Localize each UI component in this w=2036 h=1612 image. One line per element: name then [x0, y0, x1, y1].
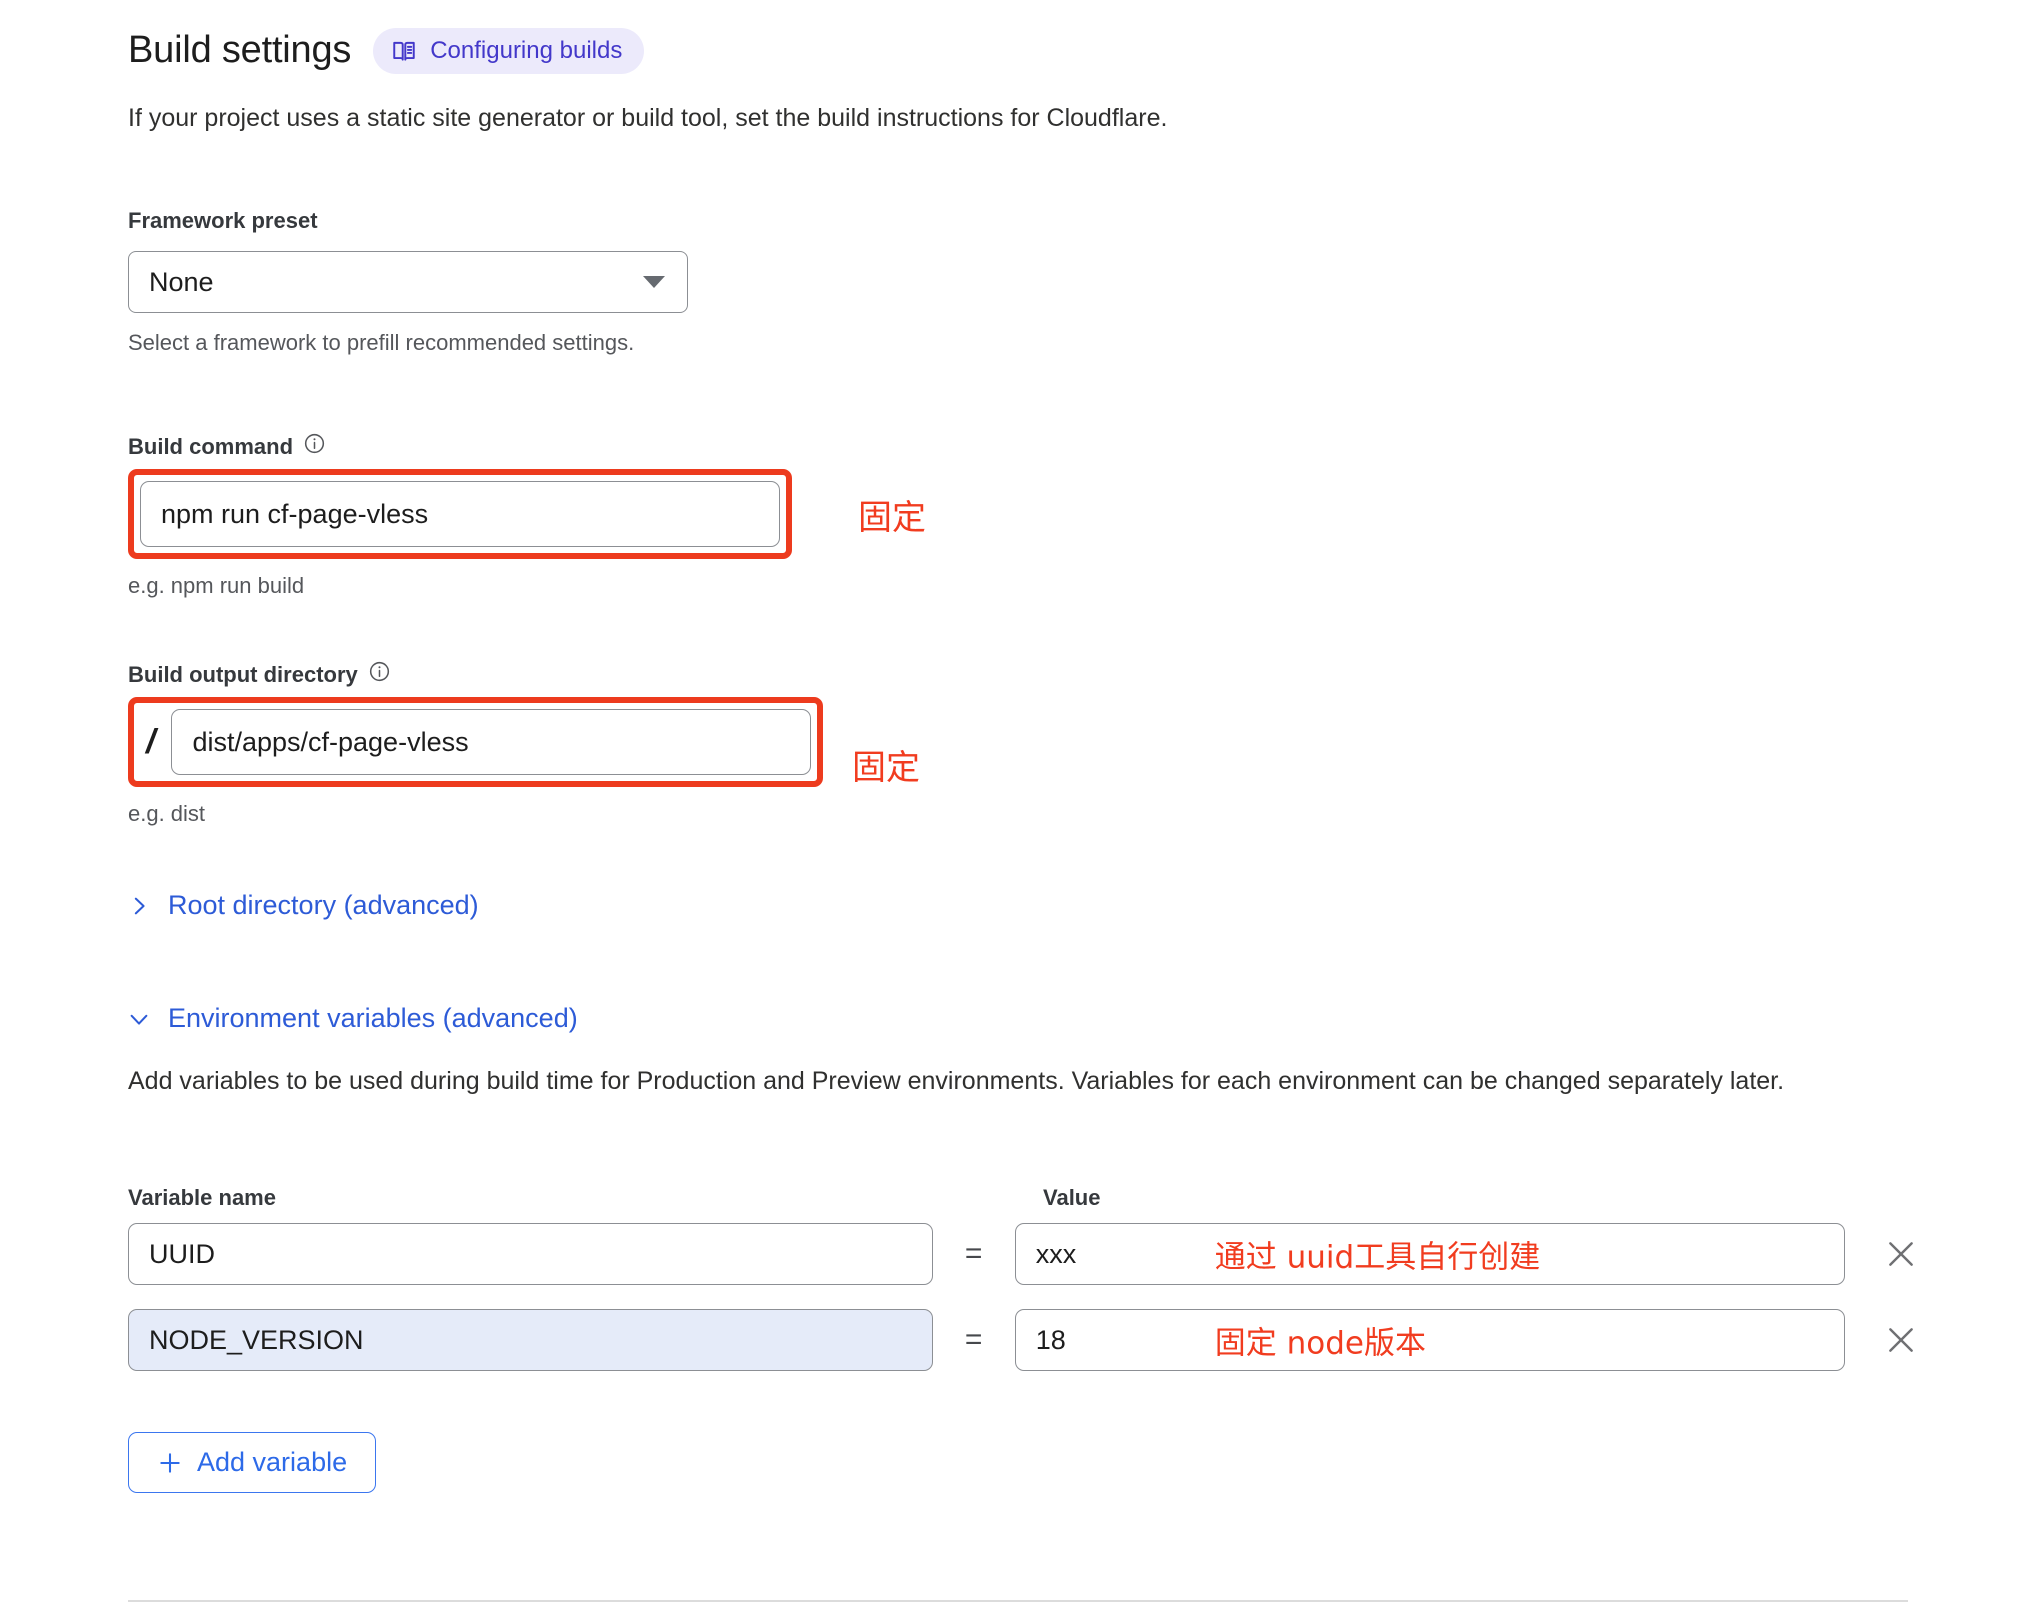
- build-command-helper: e.g. npm run build: [128, 573, 305, 598]
- book-icon: [391, 38, 417, 64]
- variable-value-text: xxx: [1035, 1238, 1077, 1269]
- environment-variables-disclosure[interactable]: Environment variables (advanced): [128, 1003, 578, 1034]
- column-header-value: Value: [1043, 1185, 1101, 1210]
- path-prefix: /: [146, 723, 156, 761]
- build-command-input[interactable]: npm run cf-page-vless: [140, 481, 780, 547]
- build-command-label-text: Build command: [128, 433, 294, 459]
- variable-value-wrapper: 18 固定 node版本: [1014, 1309, 1845, 1371]
- add-variable-button[interactable]: Add variable: [128, 1432, 377, 1493]
- equals-sign: =: [964, 1237, 983, 1270]
- table-row: UUID = xxx 通过 uuid工具自行创建: [128, 1223, 1928, 1285]
- build-command-value: npm run cf-page-vless: [161, 498, 429, 529]
- build-output-directory-label: Build output directory: [128, 660, 823, 689]
- delete-variable-button[interactable]: [1875, 1237, 1928, 1271]
- build-command-annotation: 固定: [858, 498, 926, 538]
- delete-variable-button[interactable]: [1875, 1323, 1928, 1357]
- page-title: Build settings: [128, 29, 352, 72]
- framework-preset-helper: Select a framework to prefill recommende…: [128, 330, 635, 355]
- chevron-right-icon: [128, 895, 150, 917]
- build-output-directory-annotation: 固定: [852, 748, 920, 788]
- configuring-builds-doc-link[interactable]: Configuring builds: [373, 28, 645, 74]
- build-output-directory-value: dist/apps/cf-page-vless: [192, 726, 469, 757]
- build-settings-page: Build settings Configuring builds If you…: [0, 0, 2036, 1612]
- chevron-down-icon: [128, 1008, 150, 1030]
- framework-preset-label-text: Framework preset: [128, 208, 318, 233]
- add-variable-label: Add variable: [197, 1447, 348, 1477]
- section-divider: [128, 1600, 1908, 1602]
- plus-icon: [157, 1450, 183, 1476]
- intro-text: If your project uses a static site gener…: [128, 104, 1168, 132]
- info-icon[interactable]: [303, 432, 326, 461]
- variable-value-input[interactable]: xxx: [1014, 1223, 1845, 1285]
- variable-name-value: NODE_VERSION: [149, 1324, 364, 1355]
- build-command-label: Build command: [128, 432, 792, 461]
- table-header-row: Variable name Value: [128, 1185, 1928, 1211]
- framework-preset-select[interactable]: None: [128, 251, 688, 313]
- environment-variables-table: Variable name Value UUID = xxx 通过 uuid工具…: [128, 1185, 1928, 1395]
- framework-preset-block: Framework preset None Select a framework…: [128, 208, 688, 356]
- root-directory-label: Root directory (advanced): [168, 890, 479, 920]
- build-command-block: Build command npm run cf-page-vless e.g.…: [128, 432, 792, 599]
- framework-preset-value: None: [149, 266, 214, 297]
- root-directory-disclosure[interactable]: Root directory (advanced): [128, 890, 479, 921]
- variable-value-text: 18: [1035, 1324, 1066, 1355]
- variable-name-input[interactable]: UUID: [128, 1223, 933, 1285]
- column-header-variable-name: Variable name: [128, 1185, 276, 1210]
- environment-variables-description: Add variables to be used during build ti…: [128, 1067, 1785, 1095]
- variable-name-input[interactable]: NODE_VERSION: [128, 1309, 933, 1371]
- page-header: Build settings Configuring builds: [128, 28, 645, 74]
- variable-name-value: UUID: [149, 1238, 215, 1269]
- framework-preset-label: Framework preset: [128, 208, 688, 234]
- table-row: NODE_VERSION = 18 固定 node版本: [128, 1309, 1928, 1371]
- build-output-directory-highlight-box: / dist/apps/cf-page-vless: [128, 697, 824, 787]
- build-output-directory-input[interactable]: dist/apps/cf-page-vless: [171, 709, 812, 775]
- close-icon: [1884, 1237, 1918, 1271]
- variable-value-input[interactable]: 18: [1014, 1309, 1845, 1371]
- equals-sign: =: [964, 1323, 983, 1356]
- build-output-directory-helper: e.g. dist: [128, 801, 206, 826]
- configuring-builds-label: Configuring builds: [430, 37, 623, 64]
- build-output-directory-label-text: Build output directory: [128, 661, 358, 687]
- build-command-highlight-box: npm run cf-page-vless: [128, 469, 792, 559]
- close-icon: [1884, 1323, 1918, 1357]
- build-output-directory-block: Build output directory / dist/apps/cf-pa…: [128, 660, 824, 827]
- environment-variables-label: Environment variables (advanced): [168, 1003, 578, 1033]
- build-output-directory-row: / dist/apps/cf-page-vless: [140, 709, 812, 775]
- chevron-down-icon: [643, 276, 665, 288]
- variable-value-wrapper: xxx 通过 uuid工具自行创建: [1014, 1223, 1845, 1285]
- info-icon[interactable]: [368, 660, 391, 689]
